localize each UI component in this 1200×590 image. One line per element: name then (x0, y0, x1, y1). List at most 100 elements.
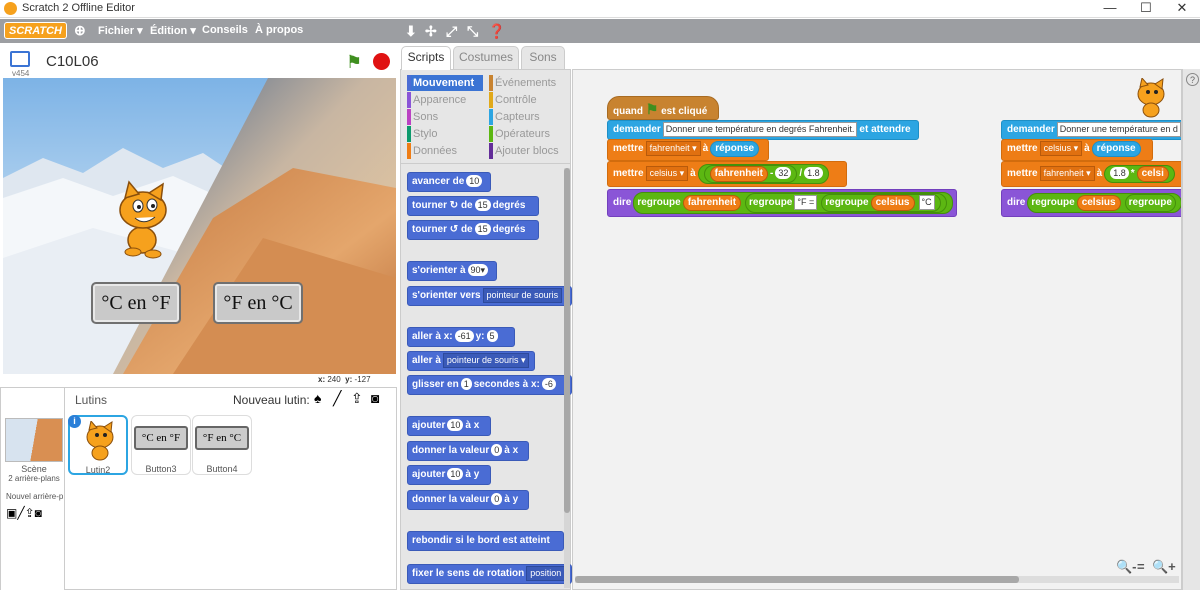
scene-thumbnail[interactable] (5, 418, 63, 462)
sprite-thumb-lutin2[interactable]: i Lutin2 (68, 415, 128, 475)
menu-a-propos[interactable]: À propos (255, 24, 303, 36)
maximize-button[interactable]: ☐ (1128, 0, 1164, 18)
cat-sprite[interactable] (111, 180, 173, 260)
join-middle[interactable]: regroupe °F = regroupe celsius °C (745, 193, 947, 213)
block-set-celsius[interactable]: mettre celsius ▾ à fahrenheit -32/1.8 (607, 161, 847, 187)
help-icon[interactable]: ? (1186, 73, 1199, 86)
celsius-reporter[interactable]: celsi (1136, 166, 1169, 182)
block-ask-2[interactable]: demander Donner une température en d (1001, 120, 1181, 140)
scripts-hscroll[interactable] (575, 576, 1019, 583)
block-tourner-gauche[interactable]: tourner ↺ de 15 degrés (407, 220, 539, 240)
zoom-in-icon[interactable]: 🔍+ (1152, 559, 1176, 575)
green-flag-icon[interactable]: ⚑ (346, 52, 362, 73)
block-dropdown[interactable]: position (526, 566, 566, 581)
block-input[interactable]: 5 (486, 330, 498, 342)
category-donnees[interactable]: Données (407, 143, 483, 159)
close-button[interactable]: ✕ (1164, 0, 1200, 18)
stage-button-f-to-c[interactable]: °F en °C (213, 282, 303, 324)
block-s-orienter-vers[interactable]: s'orienter vers pointeur de souris (407, 286, 572, 306)
block-set-celsius-2[interactable]: mettre celsius ▾ à réponse (1001, 139, 1153, 161)
info-icon[interactable]: i (68, 415, 81, 428)
fullscreen-icon[interactable] (10, 51, 30, 67)
reponse-reporter[interactable]: réponse (710, 141, 760, 157)
block-glisser[interactable]: glisser en 1 secondes à x: -6 (407, 375, 572, 395)
help-icon[interactable]: ❓ (488, 23, 505, 40)
zoom-out-icon[interactable]: 🔍- (1116, 559, 1137, 575)
block-input[interactable]: 15 (474, 223, 491, 235)
operator-subtract[interactable]: fahrenheit -32 (703, 165, 798, 183)
join-middle[interactable]: regroupe (1124, 194, 1176, 212)
upload-sprite-icon[interactable]: ⇪ (351, 390, 363, 407)
category-stylo[interactable]: Stylo (407, 126, 483, 142)
celsius-reporter[interactable]: celsius (870, 195, 915, 211)
category-mouvement[interactable]: Mouvement (407, 75, 483, 91)
paint-sprite-icon[interactable]: ╱ (333, 390, 341, 407)
variable-dropdown[interactable]: fahrenheit ▾ (645, 141, 701, 156)
operator-multiply[interactable]: 1.8 * celsi (1104, 165, 1175, 183)
number-input[interactable]: 1.8 (1110, 167, 1129, 179)
tab-sons[interactable]: Sons (521, 46, 565, 69)
block-donner-valeur-x[interactable]: donner la valeur 0 à x (407, 441, 529, 461)
block-tourner-droite[interactable]: tourner ↻ de 15 degrés (407, 196, 539, 216)
fahrenheit-reporter[interactable]: fahrenheit (682, 195, 742, 211)
menu-fichier[interactable]: Fichier ▾ (98, 24, 143, 37)
block-ajouter-x[interactable]: ajouter 10 à x (407, 416, 491, 436)
grow-icon[interactable]: ⤢ (446, 23, 457, 40)
variable-dropdown[interactable]: celsius ▾ (645, 166, 689, 181)
block-input[interactable]: -61 (454, 330, 474, 342)
block-input[interactable]: 10 (447, 419, 464, 431)
block-set-fahrenheit[interactable]: mettre fahrenheit ▾ à réponse (607, 139, 769, 161)
category-sons[interactable]: Sons (407, 109, 483, 125)
scratch-logo[interactable]: SCRATCH (4, 22, 67, 39)
stage[interactable]: °C en °F °F en °C (3, 78, 396, 374)
block-input[interactable]: 1 (460, 378, 472, 390)
block-aller-a-xy[interactable]: aller à x: -61 y: 5 (407, 327, 515, 347)
shrink-icon[interactable]: ⤡ (467, 23, 478, 40)
sprite-thumb-button4[interactable]: °F en °C Button4 (192, 415, 252, 475)
block-dropdown[interactable]: pointeur de souris ▾ (442, 353, 530, 368)
zoom-reset-icon[interactable]: = (1137, 559, 1145, 574)
menu-edition[interactable]: Édition ▾ (150, 24, 196, 37)
join-inner[interactable]: regroupe celsius °C (821, 194, 941, 212)
block-avancer[interactable]: avancer de 10 (407, 172, 491, 192)
number-input[interactable]: 1.8 (804, 167, 823, 179)
block-sens-rotation[interactable]: fixer le sens de rotation position (407, 564, 572, 584)
ask-input[interactable]: Donner une température en d (1056, 122, 1181, 137)
variable-dropdown[interactable]: celsius ▾ (1039, 141, 1083, 156)
text-input[interactable]: °C (918, 195, 935, 210)
block-say-2[interactable]: dire regroupe celsius regroupe (1001, 189, 1181, 217)
category-operateurs[interactable]: Opérateurs (489, 126, 569, 142)
menu-conseils[interactable]: Conseils (202, 24, 248, 36)
camera-sprite-icon[interactable]: ◙ (371, 390, 379, 406)
block-input[interactable]: 0 (491, 493, 503, 505)
operator-divide[interactable]: fahrenheit -32/1.8 (697, 164, 829, 184)
block-ajouter-y[interactable]: ajouter 10 à y (407, 465, 491, 485)
fahrenheit-reporter[interactable]: fahrenheit (709, 166, 769, 182)
block-set-fahrenheit-2[interactable]: mettre fahrenheit ▾ à 1.8 * celsi (1001, 161, 1181, 187)
stage-button-c-to-f[interactable]: °C en °F (91, 282, 181, 324)
block-dropdown[interactable]: pointeur de souris (482, 288, 563, 303)
category-apparence[interactable]: Apparence (407, 92, 483, 108)
category-controle[interactable]: Contrôle (489, 92, 569, 108)
block-input[interactable]: 0 (491, 444, 503, 456)
block-aller-a[interactable]: aller à pointeur de souris ▾ (407, 351, 535, 371)
globe-icon[interactable]: ⊕ (74, 22, 86, 39)
category-evenements[interactable]: Événements (489, 75, 569, 91)
backdrop-tools[interactable]: ▣╱⇪◙ (6, 506, 42, 520)
variable-dropdown[interactable]: fahrenheit ▾ (1039, 166, 1095, 181)
minimize-button[interactable]: — (1092, 0, 1128, 18)
block-input[interactable]: 90▾ (467, 264, 489, 276)
block-rebondir[interactable]: rebondir si le bord est atteint (407, 531, 564, 551)
block-input[interactable]: 10 (447, 468, 464, 480)
tab-scripts[interactable]: Scripts (401, 46, 451, 70)
palette-scrollbar[interactable] (564, 168, 570, 513)
block-ask[interactable]: demander Donner une température en degrés… (607, 120, 919, 140)
scripts-area[interactable]: quand ⚑ est cliqué demander Donner une te… (572, 69, 1182, 590)
stop-icon[interactable] (373, 53, 390, 70)
block-input[interactable]: 10 (466, 175, 483, 187)
block-input[interactable]: 15 (474, 199, 491, 211)
ask-input[interactable]: Donner une température en degrés Fahrenh… (662, 122, 858, 137)
tab-costumes[interactable]: Costumes (453, 46, 519, 69)
cut-icon[interactable]: ✢ (425, 23, 437, 40)
block-donner-valeur-y[interactable]: donner la valeur 0 à y (407, 490, 529, 510)
